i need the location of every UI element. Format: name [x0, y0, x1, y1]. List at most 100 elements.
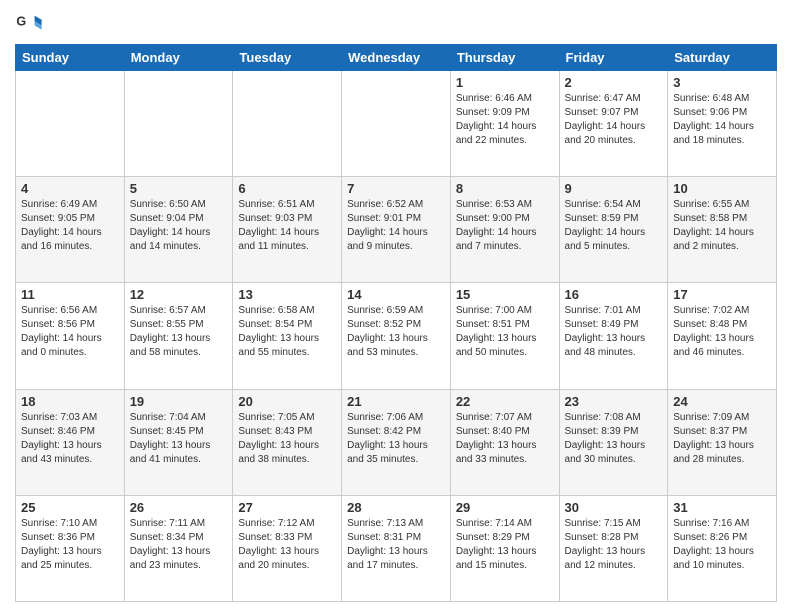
day-cell: 23 Sunrise: 7:08 AM Sunset: 8:39 PM Dayli… — [559, 389, 668, 495]
day-cell: 25 Sunrise: 7:10 AM Sunset: 8:36 PM Dayli… — [16, 495, 125, 601]
day-info: Sunrise: 7:16 AM Sunset: 8:26 PM Dayligh… — [673, 517, 771, 573]
day-info: Sunrise: 7:04 AM Sunset: 8:45 PM Dayligh… — [130, 411, 228, 467]
day-cell: 4 Sunrise: 6:49 AM Sunset: 9:05 PM Daylig… — [16, 177, 125, 283]
day-number: 19 — [130, 394, 228, 409]
day-info: Sunrise: 6:48 AM Sunset: 9:06 PM Dayligh… — [673, 92, 771, 148]
day-number: 23 — [565, 394, 663, 409]
day-number: 28 — [347, 500, 445, 515]
day-cell: 1Sunrise: 6:46 AM Sunset: 9:09 PM Daylig… — [450, 71, 559, 177]
calendar-table: SundayMondayTuesdayWednesdayThursdayFrid… — [15, 44, 777, 602]
week-row-5: 25 Sunrise: 7:10 AM Sunset: 8:36 PM Dayli… — [16, 495, 777, 601]
day-number: 14 — [347, 287, 445, 302]
day-cell: 9 Sunrise: 6:54 AM Sunset: 8:59 PM Daylig… — [559, 177, 668, 283]
day-number: 4 — [21, 181, 119, 196]
day-info: Sunrise: 6:59 AM Sunset: 8:52 PM Dayligh… — [347, 304, 445, 360]
day-cell: 31 Sunrise: 7:16 AM Sunset: 8:26 PM Dayli… — [668, 495, 777, 601]
day-number: 2 — [565, 75, 663, 90]
day-info: Sunrise: 6:58 AM Sunset: 8:54 PM Dayligh… — [238, 304, 336, 360]
day-info: Sunrise: 7:11 AM Sunset: 8:34 PM Dayligh… — [130, 517, 228, 573]
day-number: 25 — [21, 500, 119, 515]
day-info: Sunrise: 6:56 AM Sunset: 8:56 PM Dayligh… — [21, 304, 119, 360]
day-info: Sunrise: 7:14 AM Sunset: 8:29 PM Dayligh… — [456, 517, 554, 573]
weekday-header-thursday: Thursday — [450, 45, 559, 71]
week-row-1: 1Sunrise: 6:46 AM Sunset: 9:09 PM Daylig… — [16, 71, 777, 177]
day-cell: 30 Sunrise: 7:15 AM Sunset: 8:28 PM Dayli… — [559, 495, 668, 601]
logo-icon: G — [15, 10, 43, 38]
day-info: Sunrise: 7:07 AM Sunset: 8:40 PM Dayligh… — [456, 411, 554, 467]
day-info: Sunrise: 7:06 AM Sunset: 8:42 PM Dayligh… — [347, 411, 445, 467]
day-cell: 11 Sunrise: 6:56 AM Sunset: 8:56 PM Dayli… — [16, 283, 125, 389]
day-number: 21 — [347, 394, 445, 409]
week-row-2: 4 Sunrise: 6:49 AM Sunset: 9:05 PM Daylig… — [16, 177, 777, 283]
day-info: Sunrise: 7:10 AM Sunset: 8:36 PM Dayligh… — [21, 517, 119, 573]
day-number: 18 — [21, 394, 119, 409]
day-number: 24 — [673, 394, 771, 409]
day-cell: 18 Sunrise: 7:03 AM Sunset: 8:46 PM Dayli… — [16, 389, 125, 495]
day-cell: 7Sunrise: 6:52 AM Sunset: 9:01 PM Daylig… — [342, 177, 451, 283]
day-info: Sunrise: 7:08 AM Sunset: 8:39 PM Dayligh… — [565, 411, 663, 467]
day-cell: 19 Sunrise: 7:04 AM Sunset: 8:45 PM Dayli… — [124, 389, 233, 495]
day-info: Sunrise: 6:54 AM Sunset: 8:59 PM Dayligh… — [565, 198, 663, 254]
day-cell: 28 Sunrise: 7:13 AM Sunset: 8:31 PM Dayli… — [342, 495, 451, 601]
day-number: 9 — [565, 181, 663, 196]
day-cell: 6Sunrise: 6:51 AM Sunset: 9:03 PM Daylig… — [233, 177, 342, 283]
day-info: Sunrise: 6:53 AM Sunset: 9:00 PM Dayligh… — [456, 198, 554, 254]
header: G — [15, 10, 777, 38]
day-cell — [124, 71, 233, 177]
weekday-header-saturday: Saturday — [668, 45, 777, 71]
day-info: Sunrise: 7:02 AM Sunset: 8:48 PM Dayligh… — [673, 304, 771, 360]
weekday-header-sunday: Sunday — [16, 45, 125, 71]
day-number: 15 — [456, 287, 554, 302]
day-cell: 29Sunrise: 7:14 AM Sunset: 8:29 PM Dayli… — [450, 495, 559, 601]
day-cell: 22 Sunrise: 7:07 AM Sunset: 8:40 PM Dayli… — [450, 389, 559, 495]
day-cell: 17Sunrise: 7:02 AM Sunset: 8:48 PM Dayli… — [668, 283, 777, 389]
day-number: 8 — [456, 181, 554, 196]
week-row-3: 11 Sunrise: 6:56 AM Sunset: 8:56 PM Dayli… — [16, 283, 777, 389]
weekday-header-friday: Friday — [559, 45, 668, 71]
day-info: Sunrise: 6:55 AM Sunset: 8:58 PM Dayligh… — [673, 198, 771, 254]
day-info: Sunrise: 7:12 AM Sunset: 8:33 PM Dayligh… — [238, 517, 336, 573]
day-info: Sunrise: 7:15 AM Sunset: 8:28 PM Dayligh… — [565, 517, 663, 573]
day-number: 30 — [565, 500, 663, 515]
day-number: 16 — [565, 287, 663, 302]
day-cell: 13 Sunrise: 6:58 AM Sunset: 8:54 PM Dayli… — [233, 283, 342, 389]
logo: G — [15, 10, 47, 38]
svg-text:G: G — [16, 14, 26, 28]
day-number: 12 — [130, 287, 228, 302]
day-info: Sunrise: 7:13 AM Sunset: 8:31 PM Dayligh… — [347, 517, 445, 573]
day-number: 20 — [238, 394, 336, 409]
day-number: 3 — [673, 75, 771, 90]
day-number: 31 — [673, 500, 771, 515]
day-number: 10 — [673, 181, 771, 196]
day-cell — [233, 71, 342, 177]
weekday-header-tuesday: Tuesday — [233, 45, 342, 71]
day-number: 13 — [238, 287, 336, 302]
day-cell: 14 Sunrise: 6:59 AM Sunset: 8:52 PM Dayli… — [342, 283, 451, 389]
day-info: Sunrise: 7:00 AM Sunset: 8:51 PM Dayligh… — [456, 304, 554, 360]
day-cell: 10 Sunrise: 6:55 AM Sunset: 8:58 PM Dayli… — [668, 177, 777, 283]
day-info: Sunrise: 7:09 AM Sunset: 8:37 PM Dayligh… — [673, 411, 771, 467]
day-info: Sunrise: 7:01 AM Sunset: 8:49 PM Dayligh… — [565, 304, 663, 360]
day-info: Sunrise: 6:57 AM Sunset: 8:55 PM Dayligh… — [130, 304, 228, 360]
day-info: Sunrise: 6:50 AM Sunset: 9:04 PM Dayligh… — [130, 198, 228, 254]
day-number: 22 — [456, 394, 554, 409]
day-cell: 12 Sunrise: 6:57 AM Sunset: 8:55 PM Dayli… — [124, 283, 233, 389]
week-row-4: 18 Sunrise: 7:03 AM Sunset: 8:46 PM Dayli… — [16, 389, 777, 495]
day-number: 11 — [21, 287, 119, 302]
weekday-header-wednesday: Wednesday — [342, 45, 451, 71]
day-info: Sunrise: 6:46 AM Sunset: 9:09 PM Dayligh… — [456, 92, 554, 148]
day-info: Sunrise: 7:03 AM Sunset: 8:46 PM Dayligh… — [21, 411, 119, 467]
day-info: Sunrise: 7:05 AM Sunset: 8:43 PM Dayligh… — [238, 411, 336, 467]
weekday-header-row: SundayMondayTuesdayWednesdayThursdayFrid… — [16, 45, 777, 71]
day-info: Sunrise: 6:52 AM Sunset: 9:01 PM Dayligh… — [347, 198, 445, 254]
day-number: 26 — [130, 500, 228, 515]
day-cell: 16 Sunrise: 7:01 AM Sunset: 8:49 PM Dayli… — [559, 283, 668, 389]
day-number: 6 — [238, 181, 336, 196]
day-cell — [16, 71, 125, 177]
day-number: 5 — [130, 181, 228, 196]
day-cell — [342, 71, 451, 177]
day-cell: 26 Sunrise: 7:11 AM Sunset: 8:34 PM Dayli… — [124, 495, 233, 601]
day-info: Sunrise: 6:49 AM Sunset: 9:05 PM Dayligh… — [21, 198, 119, 254]
weekday-header-monday: Monday — [124, 45, 233, 71]
day-cell: 21 Sunrise: 7:06 AM Sunset: 8:42 PM Dayli… — [342, 389, 451, 495]
